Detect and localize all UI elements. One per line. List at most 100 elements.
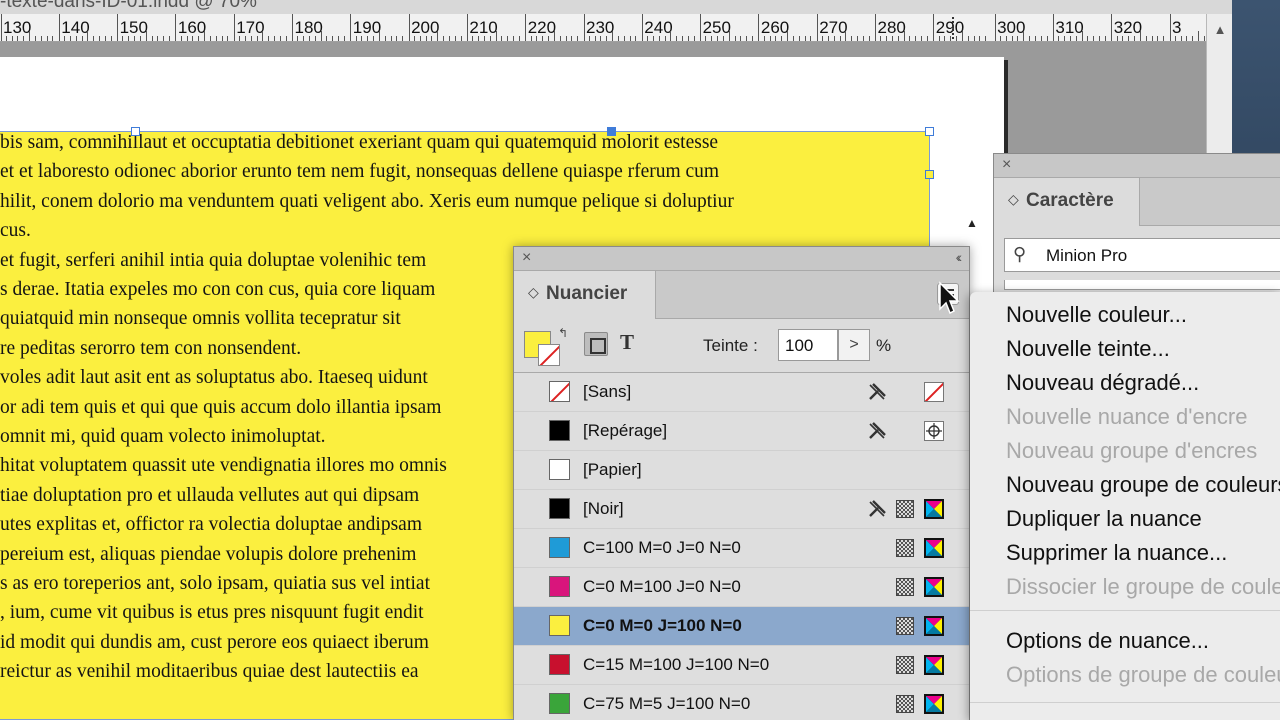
- swatch-row[interactable]: [Sans]: [514, 373, 969, 412]
- ruler-label: 300: [997, 18, 1026, 37]
- ruler-minor-tick: [635, 36, 637, 41]
- frame-handle-top-middle[interactable]: [607, 127, 616, 136]
- ruler-minor-tick: [536, 36, 538, 41]
- frame-handle-top-left[interactable]: [131, 127, 140, 136]
- swatch-name: C=15 M=100 J=100 N=0: [583, 655, 770, 674]
- menu-item[interactable]: Supprimer la nuance...: [1006, 540, 1227, 566]
- teinte-slider-button[interactable]: >: [838, 329, 870, 361]
- ruler-minor-tick: [1011, 36, 1013, 41]
- ruler-minor-tick: [192, 36, 194, 41]
- tab-nuancier[interactable]: ◇ Nuancier: [514, 271, 656, 319]
- process-color-icon: [896, 578, 914, 596]
- menu-item[interactable]: Nouvelle couleur...: [1006, 302, 1187, 328]
- caractere-titlebar[interactable]: ×: [994, 154, 1280, 178]
- swatch-row[interactable]: C=15 M=100 J=100 N=0: [514, 646, 969, 685]
- mouse-cursor-icon: [939, 281, 960, 315]
- search-icon[interactable]: ⚲: [1013, 244, 1026, 265]
- swatch-color-chip: [549, 381, 570, 402]
- text-line: et fugit, serferi anihil intia quia dolu…: [0, 249, 427, 271]
- non-editable-pen-icon: [866, 381, 888, 403]
- swatch-row[interactable]: C=0 M=100 J=0 N=0: [514, 568, 969, 607]
- ruler-minor-tick: [594, 36, 596, 41]
- ruler-label: 230: [586, 18, 615, 37]
- stroke-swatch[interactable]: [538, 344, 560, 366]
- ruler-minor-tick: [1104, 36, 1106, 41]
- swatch-color-chip: [549, 537, 570, 558]
- chevron-updown-icon: ◇: [1008, 191, 1019, 207]
- swatch-row[interactable]: C=0 M=0 J=100 N=0: [514, 607, 969, 646]
- ruler-minor-tick: [314, 36, 316, 41]
- frame-handle-out-port[interactable]: [925, 170, 934, 179]
- swap-fill-stroke-icon[interactable]: ↰: [558, 326, 568, 340]
- ruler-minor-tick: [23, 36, 25, 41]
- text-line: omnit mi, quid quam volecto inimoluptat.: [0, 426, 326, 447]
- ruler-minor-tick: [588, 36, 590, 41]
- horizontal-ruler[interactable]: 130 140 150 160 170 180 190 200 210 220 230 240 250 2…: [0, 14, 1206, 42]
- ruler-minor-tick: [717, 36, 719, 41]
- ruler-minor-tick: [122, 36, 124, 41]
- ruler-minor-tick: [1017, 36, 1019, 41]
- menu-item[interactable]: Nouveau groupe de couleurs: [1006, 472, 1280, 498]
- text-line: hitat voluptatem quassit ute vendignatia…: [0, 455, 447, 477]
- ruler-minor-tick: [472, 36, 474, 41]
- caractere-tabrow: ◇ Caractère: [994, 178, 1280, 226]
- menu-item: Nouveau groupe d'encres: [1006, 438, 1258, 463]
- ruler-minor-tick: [81, 36, 83, 41]
- panel-context-menu[interactable]: Nouvelle couleur... Nouvelle teinte... Nou…: [970, 292, 1280, 720]
- text-line: voles adit laut asit ent as soluptatus a…: [0, 367, 428, 389]
- swatch-row[interactable]: [Papier]: [514, 451, 969, 490]
- text-line: et et laboresto odionec aborior erunto t…: [0, 161, 720, 183]
- formatting-affects-container-button[interactable]: [584, 332, 608, 356]
- swatch-color-chip: [549, 615, 570, 636]
- close-icon[interactable]: ×: [1002, 156, 1011, 174]
- swatch-row[interactable]: [Repérage]: [514, 412, 969, 451]
- formatting-affects-text-button[interactable]: T: [620, 330, 634, 355]
- ruler-minor-tick: [320, 31, 322, 41]
- ruler-minor-tick: [1075, 36, 1077, 41]
- scroll-up-icon[interactable]: ▲: [1213, 23, 1227, 37]
- ruler-minor-tick: [999, 36, 1001, 41]
- ruler-minor-tick: [460, 36, 462, 41]
- nuancier-tabrow: ◇ Nuancier: [514, 271, 969, 319]
- tab-caractere[interactable]: ◇ Caractère: [994, 178, 1140, 226]
- menu-item[interactable]: Options de nuance...: [1006, 628, 1209, 654]
- ruler-label: 150: [119, 18, 148, 37]
- menu-item[interactable]: Nouvelle teinte...: [1006, 336, 1170, 362]
- ruler-minor-tick: [851, 36, 853, 41]
- nuancier-panel[interactable]: × ‹‹ ◇ Nuancier ↰ T Teinte : 100 > % [Sa…: [513, 246, 970, 720]
- ruler-major-tick: [875, 14, 876, 41]
- swatch-row[interactable]: C=75 M=5 J=100 N=0: [514, 685, 969, 720]
- text-line: utes explitas et, offictor ra volectia d…: [0, 514, 423, 536]
- ruler-minor-tick: [891, 36, 893, 41]
- menu-item[interactable]: Nouveau dégradé...: [1006, 370, 1199, 396]
- swatch-list[interactable]: [Sans] [Repérage] [Papier] [Noir] C=100 M=0 …: [514, 372, 969, 720]
- font-family-field[interactable]: ⚲ Minion Pro: [1004, 238, 1280, 272]
- swatch-name: C=100 M=0 J=0 N=0: [583, 538, 741, 557]
- ruler-major-tick: [583, 14, 585, 41]
- swatch-row[interactable]: [Noir]: [514, 490, 969, 529]
- ruler-minor-tick: [343, 36, 345, 41]
- ruler-minor-tick: [128, 36, 130, 41]
- menu-item[interactable]: Dupliquer la nuance: [1006, 506, 1202, 532]
- ruler-minor-tick: [390, 36, 392, 41]
- close-icon[interactable]: ×: [522, 249, 531, 267]
- ruler-minor-tick: [903, 31, 905, 41]
- swatch-row[interactable]: C=100 M=0 J=0 N=0: [514, 529, 969, 568]
- ruler-minor-tick: [332, 36, 334, 41]
- collapse-icon[interactable]: ‹‹: [956, 249, 963, 265]
- text-line: id modit qui dundis am, cust perore eos …: [0, 631, 429, 653]
- process-color-icon: [896, 500, 914, 518]
- nuancier-titlebar[interactable]: × ‹‹: [514, 247, 969, 271]
- ruler-minor-tick: [559, 36, 561, 41]
- ruler-minor-tick: [355, 36, 357, 41]
- registration-icon: [924, 421, 944, 441]
- ruler-minor-tick: [915, 36, 917, 41]
- ruler-major-tick: [58, 14, 60, 41]
- font-style-field[interactable]: [1004, 280, 1280, 290]
- teinte-input[interactable]: 100: [778, 329, 838, 361]
- ruler-minor-tick: [897, 36, 899, 41]
- ruler-minor-tick: [52, 36, 54, 41]
- frame-handle-top-right[interactable]: [925, 127, 934, 136]
- ruler-label: 280: [877, 18, 906, 37]
- ruler-label: 270: [819, 18, 848, 37]
